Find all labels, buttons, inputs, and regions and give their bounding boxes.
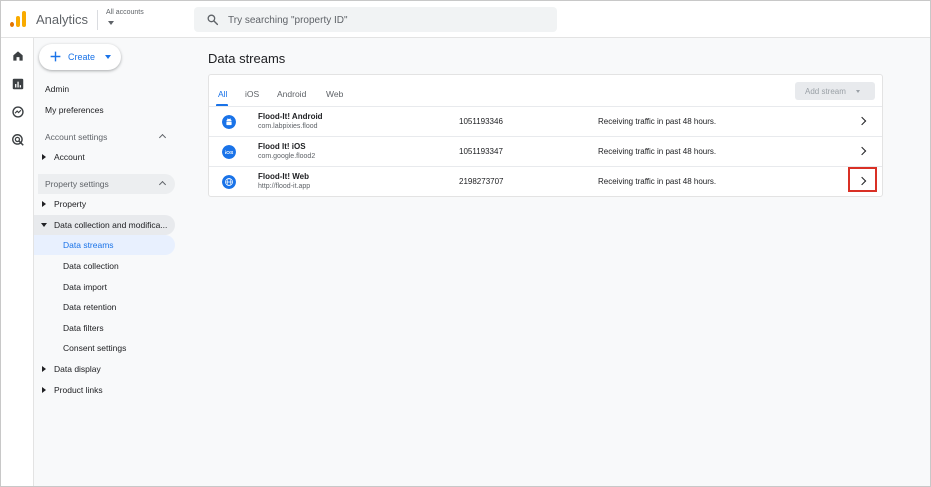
- divider: [97, 10, 98, 30]
- sidebar-item-data-import[interactable]: Data import: [34, 277, 175, 297]
- expand-arrow-icon: [42, 387, 46, 393]
- sidebar-item-label: My preferences: [45, 105, 104, 115]
- tab-ios[interactable]: iOS: [245, 89, 259, 99]
- chevron-down-icon: [105, 55, 111, 59]
- stream-id: 1051193346: [459, 117, 503, 126]
- reports-icon[interactable]: [11, 77, 25, 91]
- sidebar-item-label: Data collection: [63, 261, 119, 271]
- top-bar: Analytics All accounts: [1, 1, 930, 38]
- sidebar-item-label: Data import: [63, 282, 107, 292]
- expand-arrow-icon: [42, 201, 46, 207]
- sidebar-item-consent-settings[interactable]: Consent settings: [34, 338, 175, 358]
- tab-android[interactable]: Android: [277, 89, 306, 99]
- section-label: Property settings: [45, 179, 109, 189]
- sidebar-item-label: Account: [54, 152, 85, 162]
- sidebar-item-label: Data display: [54, 364, 101, 374]
- sidebar-item-label: Admin: [45, 84, 70, 94]
- sidebar-item-data-display[interactable]: Data display: [34, 359, 175, 379]
- admin-sidebar: Create Admin My preferences Account sett…: [34, 38, 182, 486]
- tab-all[interactable]: All: [218, 89, 227, 99]
- chevron-up-icon: [158, 133, 167, 142]
- chevron-down-icon[interactable]: [108, 21, 114, 25]
- sidebar-item-product-links[interactable]: Product links: [34, 380, 175, 400]
- advertising-icon[interactable]: [11, 133, 25, 147]
- sidebar-item-data-collection[interactable]: Data collection: [34, 256, 175, 276]
- android-icon: [222, 115, 236, 129]
- highlight-annotation-box: [848, 167, 877, 192]
- stream-name: Flood It! iOS: [258, 142, 306, 151]
- stream-status: Receiving traffic in past 48 hours.: [598, 117, 717, 126]
- stream-row[interactable]: iOS Flood It! iOS com.google.flood2 1051…: [209, 137, 882, 167]
- sidebar-item-data-streams[interactable]: Data streams: [34, 235, 175, 255]
- app-title: Analytics: [36, 12, 89, 27]
- stream-id: 2198273707: [459, 177, 504, 186]
- home-icon[interactable]: [11, 49, 25, 63]
- stream-row[interactable]: Flood-It! Web http://flood-it.app 219827…: [209, 167, 882, 197]
- app-frame: Analytics All accounts Try searching "pr…: [0, 0, 931, 487]
- stream-name: Flood-It! Web: [258, 172, 309, 181]
- sidebar-item-label: Product links: [54, 385, 103, 395]
- sidebar-item-label: Data collection and modifica...: [54, 220, 168, 230]
- stream-status: Receiving traffic in past 48 hours.: [598, 177, 717, 186]
- add-stream-button[interactable]: Add stream: [795, 82, 875, 100]
- create-button[interactable]: Create: [39, 44, 121, 70]
- ios-icon: iOS: [222, 145, 236, 159]
- section-property-settings[interactable]: Property settings: [38, 174, 175, 194]
- sidebar-item-data-retention[interactable]: Data retention: [34, 297, 175, 317]
- sidebar-item-account[interactable]: Account: [34, 147, 175, 167]
- stream-name: Flood-It! Android: [258, 112, 323, 121]
- chevron-down-icon: [856, 90, 860, 93]
- stream-package: com.google.flood2: [258, 153, 316, 160]
- stream-id: 1051193347: [459, 147, 503, 156]
- section-account-settings[interactable]: Account settings: [38, 127, 175, 147]
- create-label: Create: [68, 52, 96, 62]
- tab-web[interactable]: Web: [326, 89, 343, 99]
- analytics-logo-icon: [10, 11, 26, 27]
- chevron-right-icon[interactable]: [857, 116, 867, 126]
- page-title: Data streams: [208, 51, 286, 66]
- plus-icon: [50, 51, 61, 62]
- sidebar-item-label: Consent settings: [63, 343, 127, 353]
- search-icon: [207, 14, 219, 26]
- svg-text:iOS: iOS: [225, 150, 234, 156]
- sidebar-item-property[interactable]: Property: [34, 194, 175, 214]
- sidebar-item-data-filters[interactable]: Data filters: [34, 318, 175, 338]
- left-rail: [1, 38, 34, 486]
- collapse-arrow-icon: [41, 223, 47, 227]
- chevron-right-icon[interactable]: [857, 146, 867, 156]
- stream-url: http://flood-it.app: [258, 183, 311, 190]
- add-stream-label: Add stream: [805, 87, 846, 96]
- active-tab-indicator: [216, 104, 228, 106]
- search-input[interactable]: [228, 13, 528, 27]
- data-streams-card: All iOS Android Web Add stream Flood-It!…: [208, 74, 883, 197]
- stream-status: Receiving traffic in past 48 hours.: [598, 147, 717, 156]
- section-label: Account settings: [45, 132, 108, 142]
- search-bar[interactable]: [194, 7, 557, 32]
- expand-arrow-icon: [42, 154, 46, 160]
- explore-icon[interactable]: [11, 105, 25, 119]
- chevron-up-icon: [158, 180, 167, 189]
- sidebar-item-label: Data filters: [63, 323, 104, 333]
- account-selector[interactable]: All accounts: [106, 9, 144, 16]
- web-globe-icon: [222, 175, 236, 189]
- sidebar-item-label: Data streams: [63, 240, 114, 250]
- stream-tabs: All iOS Android Web Add stream: [209, 75, 882, 107]
- stream-package: com.labpixies.flood: [258, 123, 318, 130]
- expand-arrow-icon: [42, 366, 46, 372]
- sidebar-item-label: Property: [54, 199, 87, 209]
- stream-row[interactable]: Flood-It! Android com.labpixies.flood 10…: [209, 107, 882, 137]
- sidebar-item-label: Data retention: [63, 302, 117, 312]
- sidebar-item-data-collection-modification[interactable]: Data collection and modifica...: [34, 215, 175, 235]
